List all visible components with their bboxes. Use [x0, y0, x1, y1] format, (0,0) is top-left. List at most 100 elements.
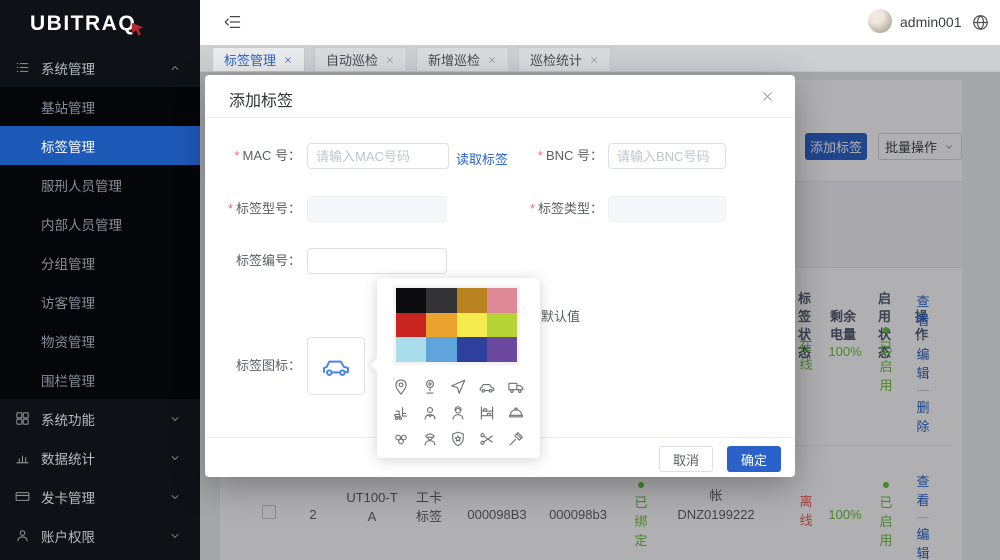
- helmet-icon[interactable]: [507, 404, 525, 422]
- tab-item[interactable]: 自动巡检: [314, 47, 407, 71]
- sidebar-item-system-management[interactable]: 系统管理: [0, 48, 200, 87]
- color-swatch[interactable]: [487, 313, 517, 338]
- sidebar-item-link[interactable]: 分组管理: [0, 243, 200, 282]
- sidebar-item-link[interactable]: 服刑人员管理: [0, 165, 200, 204]
- color-swatch[interactable]: [396, 337, 426, 362]
- sidebar-fold-icon[interactable]: [222, 12, 242, 32]
- close-icon: [385, 55, 395, 65]
- truck-icon[interactable]: [507, 378, 525, 396]
- globe-icon: [971, 13, 990, 32]
- user-icon: [14, 527, 31, 544]
- color-swatch[interactable]: [396, 313, 426, 338]
- tag-type-label: *标签类型：: [507, 196, 603, 222]
- required-asterisk: *: [538, 148, 543, 163]
- sidebar-submenu: 基站管理标签管理服刑人员管理内部人员管理分组管理访客管理物资管理围栏管理: [0, 87, 200, 399]
- language-globe-icon[interactable]: [971, 13, 990, 32]
- person-pin-icon[interactable]: [392, 378, 410, 396]
- monitor-pin-icon[interactable]: [421, 378, 439, 396]
- truck-icon: [507, 378, 525, 396]
- tab-label: 新增巡检: [428, 50, 480, 69]
- tag-model-label: *标签型号：: [205, 196, 301, 222]
- car-icon: [478, 378, 496, 396]
- hammer-icon: [507, 430, 525, 448]
- topbar: admin001: [200, 0, 1000, 45]
- nurse-icon[interactable]: [449, 404, 467, 422]
- read-tag-link[interactable]: 读取标签: [456, 149, 508, 168]
- scissors-icon[interactable]: [478, 430, 496, 448]
- sidebar-item-link[interactable]: 围栏管理: [0, 360, 200, 399]
- color-swatch[interactable]: [487, 288, 517, 313]
- tab-item[interactable]: 新增巡检: [416, 47, 509, 71]
- sidebar-group[interactable]: 系统功能: [0, 399, 200, 438]
- nurse-icon: [449, 404, 467, 422]
- color-swatch[interactable]: [457, 313, 487, 338]
- tag-type-input[interactable]: [608, 196, 726, 222]
- color-swatch[interactable]: [457, 337, 487, 362]
- car-icon[interactable]: [478, 378, 496, 396]
- sidebar-item-label: 分组管理: [41, 253, 95, 273]
- hammer-icon[interactable]: [507, 430, 525, 448]
- grid-icon: [14, 410, 31, 427]
- person-pin-icon: [392, 378, 410, 396]
- sidebar-item-link[interactable]: 访客管理: [0, 282, 200, 321]
- chart-icon: [14, 449, 31, 466]
- sidebar-item-link[interactable]: 物资管理: [0, 321, 200, 360]
- shelf-icon[interactable]: [478, 404, 496, 422]
- chevron-up-icon: [168, 61, 182, 75]
- car-icon: [320, 350, 352, 382]
- sidebar-item-link[interactable]: 内部人员管理: [0, 204, 200, 243]
- color-swatch[interactable]: [426, 313, 456, 338]
- badge-icon: [449, 430, 467, 448]
- cancel-button[interactable]: 取消: [659, 446, 713, 472]
- color-swatch[interactable]: [426, 288, 456, 313]
- tab-close-icon[interactable]: [385, 55, 395, 65]
- color-swatch[interactable]: [487, 337, 517, 362]
- tab-close-icon[interactable]: [283, 55, 293, 65]
- sidebar-item-label: 围栏管理: [41, 370, 95, 390]
- close-icon: [487, 55, 497, 65]
- brand-cursor-icon: [130, 21, 146, 37]
- menu-list-icon: [14, 59, 31, 76]
- tab-close-icon[interactable]: [589, 55, 599, 65]
- brand-logo: UBITRAQ: [0, 0, 200, 48]
- sidebar-item-link[interactable]: 基站管理: [0, 87, 200, 126]
- username-label[interactable]: admin001: [900, 14, 962, 30]
- forklift-icon[interactable]: [392, 404, 410, 422]
- tab-active[interactable]: 标签管理: [212, 47, 305, 71]
- tag-code-input[interactable]: [307, 248, 447, 274]
- sidebar-collapsed-groups: 系统功能数据统计发卡管理账户权限: [0, 399, 200, 555]
- worker-icon[interactable]: [421, 404, 439, 422]
- rings-icon[interactable]: [392, 430, 410, 448]
- sidebar-group[interactable]: 账户权限: [0, 516, 200, 555]
- close-icon[interactable]: [760, 89, 775, 104]
- tab-bar: 标签管理自动巡检 新增巡检 巡检统计: [200, 45, 1000, 72]
- close-icon: [760, 89, 775, 104]
- sidebar-item-active[interactable]: 标签管理: [0, 126, 200, 165]
- helmet-icon: [507, 404, 525, 422]
- sidebar-group-label: 数据统计: [41, 448, 168, 468]
- color-swatch[interactable]: [426, 337, 456, 362]
- add-tag-dialog: 添加标签 *MAC 号： 读取标签 *BNC 号： *标签型号： *标签类型： …: [205, 75, 795, 477]
- sidebar: UBITRAQ 系统管理 基站管理标签管理服刑人员管理内部人员管理分组管理访客管…: [0, 0, 200, 560]
- bnc-input[interactable]: [608, 143, 726, 169]
- user-avatar[interactable]: [868, 9, 892, 33]
- navigation-icon[interactable]: [449, 378, 467, 396]
- brand-logo-text: UBITRAQ: [30, 12, 136, 36]
- worker-icon: [421, 404, 439, 422]
- color-swatch[interactable]: [396, 288, 426, 313]
- police-icon[interactable]: [421, 430, 439, 448]
- badge-icon[interactable]: [449, 430, 467, 448]
- confirm-button[interactable]: 确定: [727, 446, 781, 472]
- selected-tag-icon-button[interactable]: [307, 337, 365, 395]
- monitor-pin-icon: [421, 378, 439, 396]
- sidebar-item-label: 服刑人员管理: [41, 175, 122, 195]
- sidebar-group[interactable]: 数据统计: [0, 438, 200, 477]
- required-asterisk: *: [234, 148, 239, 163]
- color-swatch[interactable]: [457, 288, 487, 313]
- tab-item[interactable]: 巡检统计: [518, 47, 611, 71]
- tab-close-icon[interactable]: [487, 55, 497, 65]
- mac-input[interactable]: [307, 143, 449, 169]
- tag-model-input[interactable]: [307, 196, 447, 222]
- sidebar-group[interactable]: 发卡管理: [0, 477, 200, 516]
- sidebar-item-label: 内部人员管理: [41, 214, 122, 234]
